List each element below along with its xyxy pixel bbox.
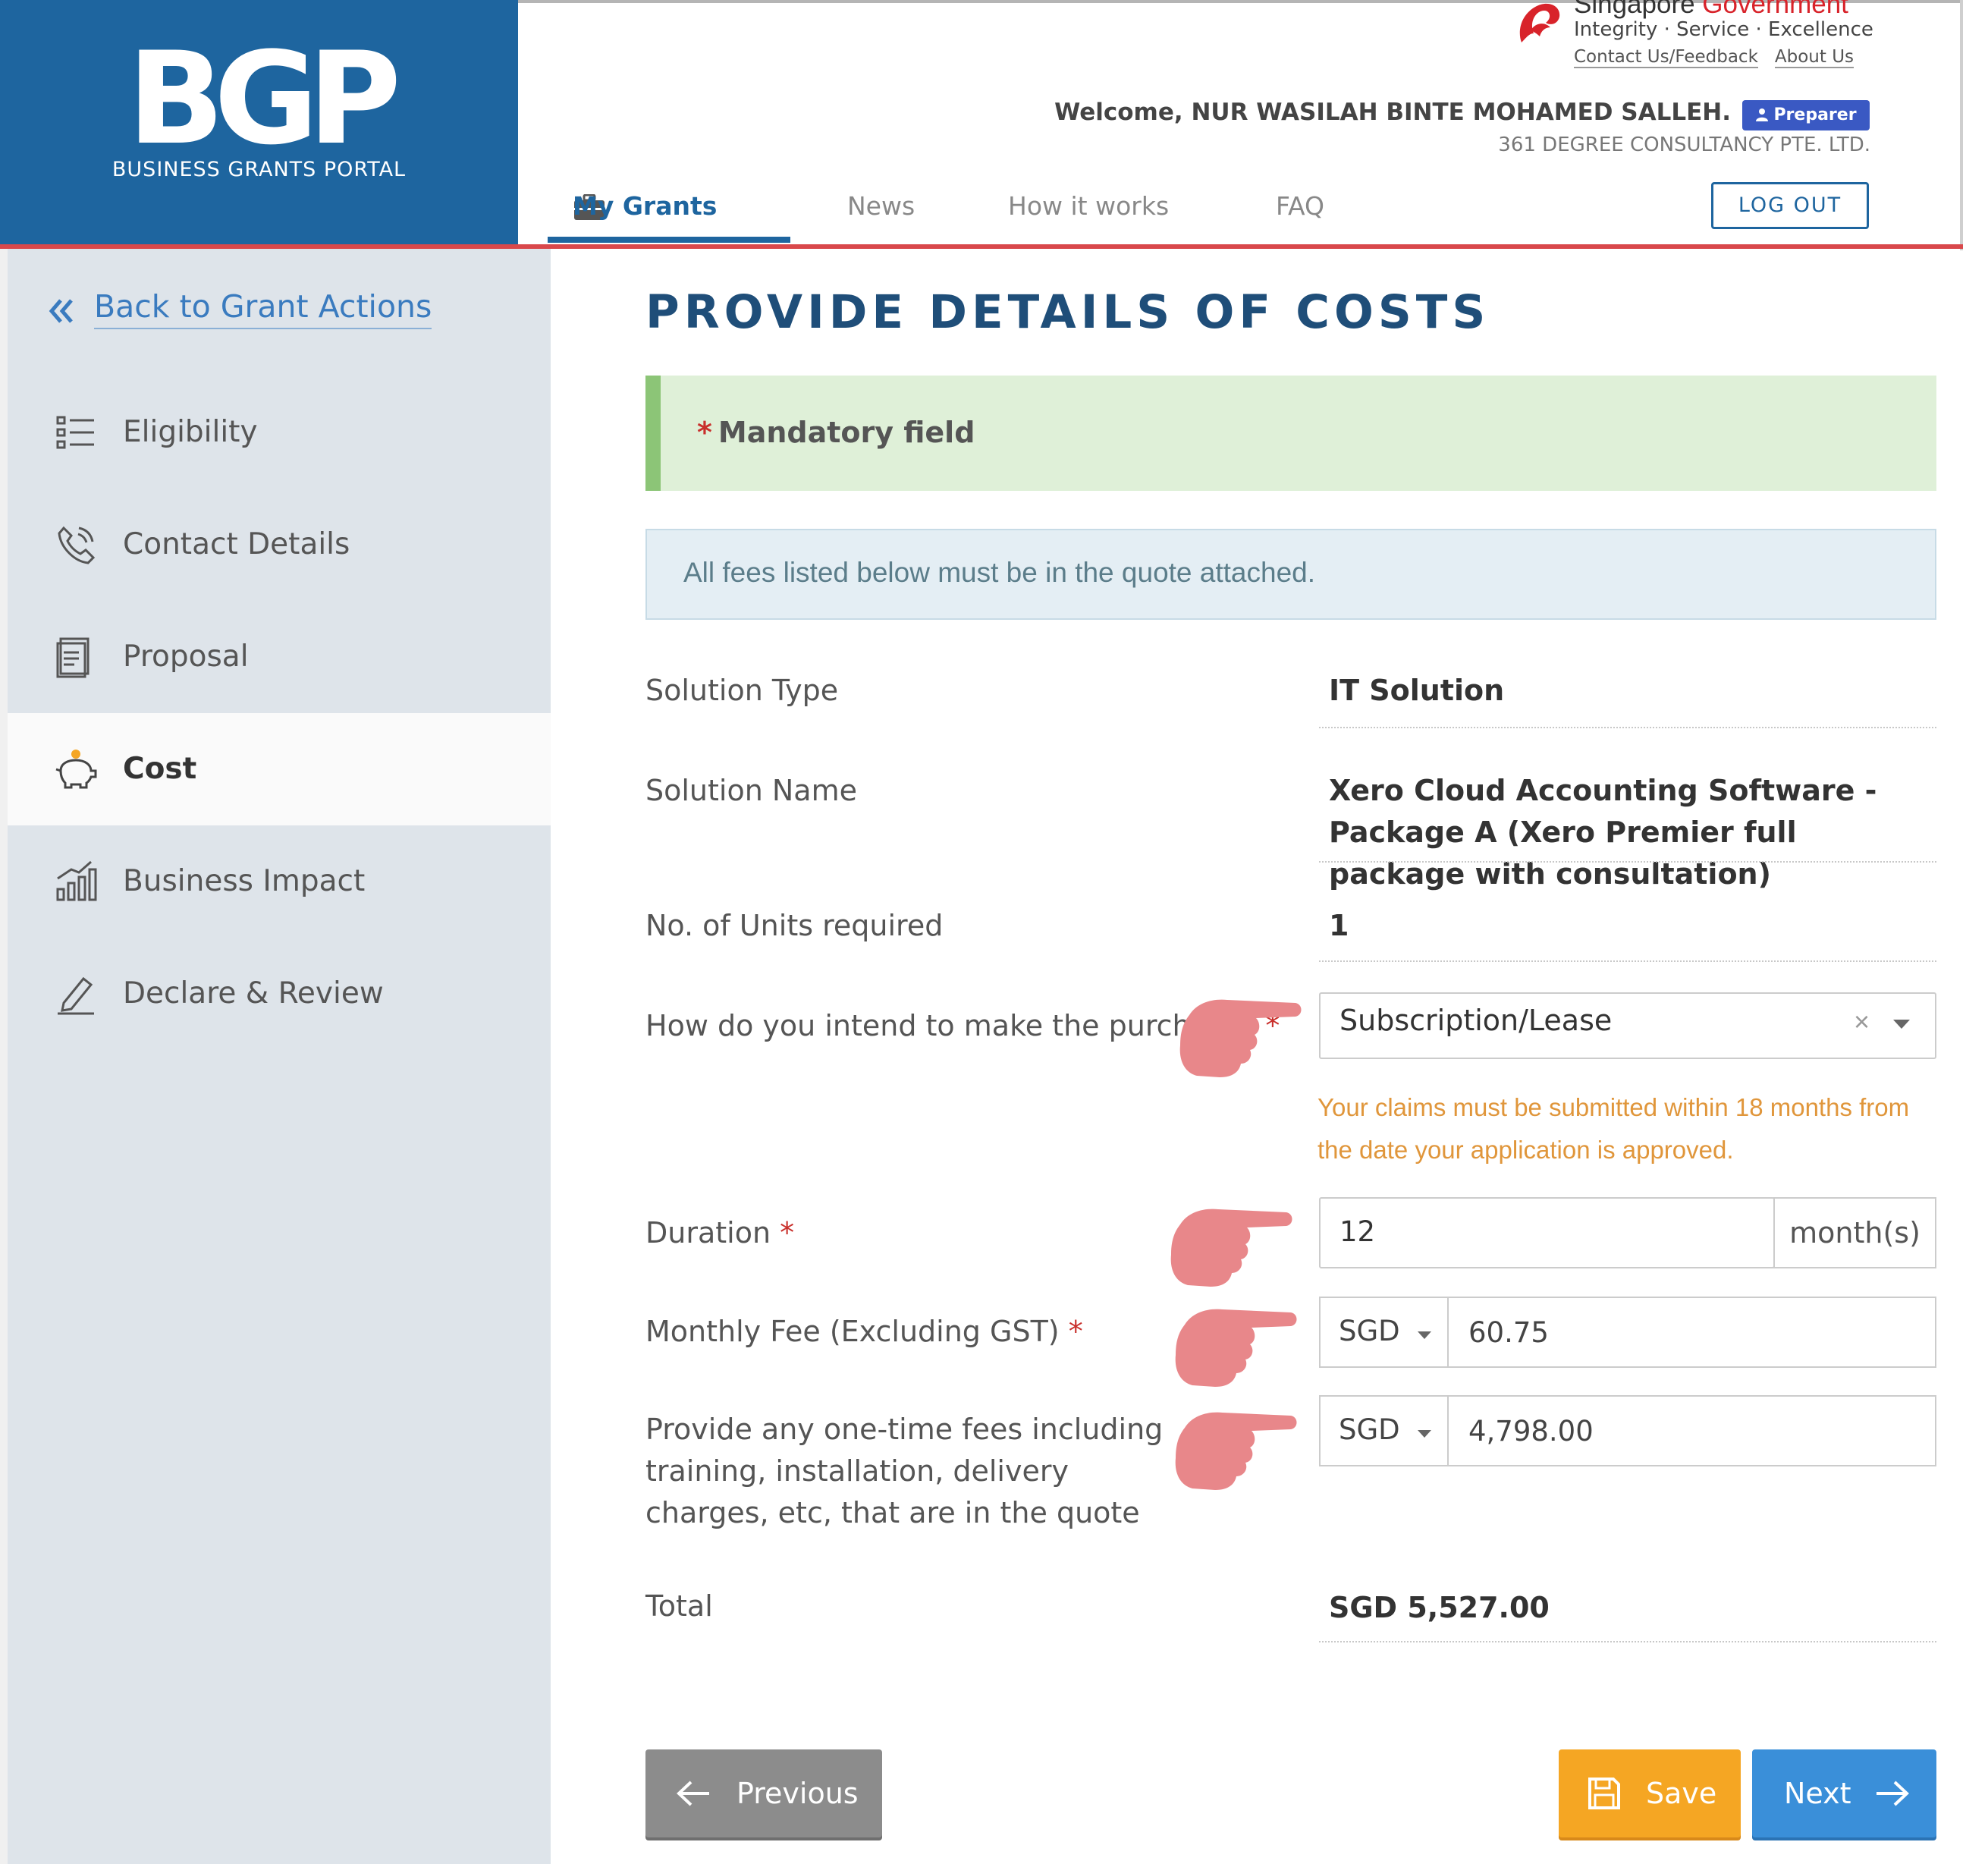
tab-faq[interactable]: FAQ	[1276, 191, 1324, 221]
claims-note: Your claims must be submitted within 18 …	[1317, 1093, 1910, 1164]
monthly-fee-input[interactable]: 60.75	[1447, 1297, 1936, 1368]
next-label: Next	[1784, 1777, 1851, 1810]
gov-tagline: Integrity · Service · Excellence	[1574, 18, 1873, 41]
monthly-fee-value: 60.75	[1468, 1316, 1549, 1349]
arrow-left-icon	[677, 1781, 709, 1806]
one-time-currency-select[interactable]: SGD	[1319, 1395, 1449, 1466]
units-label: No. of Units required	[645, 909, 944, 942]
tab-how-it-works[interactable]: How it works	[1008, 191, 1169, 221]
solution-name-label: Solution Name	[645, 774, 857, 807]
units-value: 1	[1329, 909, 1349, 942]
mandatory-text: * Mandatory field	[697, 416, 975, 449]
gov-title: Singapore Government	[1574, 0, 1848, 19]
user-icon	[1756, 108, 1769, 121]
sidebar-edge	[0, 249, 8, 1864]
sidebar-item-business-impact[interactable]: Business Impact	[8, 825, 551, 938]
save-label: Save	[1646, 1777, 1717, 1810]
singapore-lion-icon	[1519, 3, 1560, 43]
list-icon	[56, 416, 94, 449]
divider	[1319, 861, 1936, 863]
divider	[1319, 960, 1936, 962]
tab-news[interactable]: News	[847, 191, 915, 221]
monthly-fee-label: Monthly Fee (Excluding GST) *	[645, 1315, 1083, 1348]
phone-icon	[58, 526, 96, 564]
sidebar-item-proposal[interactable]: Proposal	[8, 601, 551, 713]
solution-name-value: Xero Cloud Accounting Software - Package…	[1329, 774, 1877, 891]
total-label: Total	[645, 1589, 713, 1623]
pointing-hand-icon	[1175, 1412, 1297, 1490]
duration-unit: month(s)	[1773, 1197, 1936, 1268]
piggy-bank-icon	[55, 750, 97, 789]
divider	[1319, 727, 1936, 728]
page-title: PROVIDE DETAILS OF COSTS	[645, 285, 1490, 339]
one-time-fees-value: 4,798.00	[1468, 1415, 1594, 1448]
sidebar-item-label: Business Impact	[123, 864, 366, 898]
document-icon	[56, 637, 90, 678]
total-value: SGD 5,527.00	[1329, 1591, 1550, 1624]
sidebar-item-contact-details[interactable]: Contact Details	[8, 489, 551, 601]
duration-value: 12	[1339, 1215, 1376, 1248]
chevron-down-icon	[1418, 1331, 1431, 1339]
chevron-down-icon	[1418, 1430, 1431, 1438]
gov-links: Contact Us/Feedback About Us	[1574, 47, 1870, 68]
pointing-hand-icon	[1179, 999, 1302, 1077]
clear-icon[interactable]: ×	[1854, 1006, 1870, 1038]
contact-us-link[interactable]: Contact Us/Feedback	[1574, 47, 1758, 68]
tab-my-grants[interactable]: My Grants	[573, 191, 717, 221]
duration-input[interactable]	[1319, 1197, 1775, 1268]
sidebar-item-label: Declare & Review	[123, 976, 384, 1011]
previous-button[interactable]: Previous	[645, 1749, 882, 1837]
previous-label: Previous	[736, 1777, 859, 1810]
sidebar-item-cost[interactable]: Cost	[8, 713, 551, 825]
solution-type-value: IT Solution	[1329, 674, 1505, 707]
logo-subtitle: BUSINESS GRANTS PORTAL	[111, 158, 407, 181]
sidebar-item-label: Cost	[123, 752, 197, 786]
sidebar-item-declare-review[interactable]: Declare & Review	[8, 938, 551, 1050]
logout-button[interactable]: LOG OUT	[1711, 182, 1869, 229]
pointing-hand-icon	[1175, 1309, 1297, 1387]
solution-type-label: Solution Type	[645, 674, 839, 707]
duration-label: Duration *	[645, 1216, 795, 1249]
welcome-message: Welcome, NUR WASILAH BINTE MOHAMED SALLE…	[1054, 99, 1731, 126]
about-us-link[interactable]: About Us	[1774, 47, 1855, 68]
divider	[1319, 1641, 1936, 1642]
company-name: 361 DEGREE CONSULTANCY PTE. LTD.	[1498, 134, 1870, 156]
pointing-hand-icon	[1170, 1209, 1292, 1287]
role-badge: Preparer	[1742, 100, 1870, 130]
purchase-method-value: Subscription/Lease	[1339, 1004, 1613, 1037]
sidebar-item-label: Contact Details	[123, 527, 350, 561]
floppy-disk-icon	[1588, 1778, 1620, 1809]
chevron-down-icon[interactable]	[1893, 1020, 1910, 1029]
sidebar-item-label: Eligibility	[123, 415, 258, 449]
sidebar-item-label: Proposal	[123, 640, 249, 674]
currency-code: SGD	[1339, 1315, 1400, 1347]
next-button[interactable]: Next	[1752, 1749, 1936, 1837]
save-button[interactable]: Save	[1559, 1749, 1741, 1837]
arrow-right-icon	[1877, 1781, 1909, 1806]
active-tab-indicator	[548, 237, 790, 243]
one-time-fees-label: Provide any one-time fees including trai…	[645, 1413, 1164, 1529]
info-text: All fees listed below must be in the quo…	[683, 557, 1316, 588]
sidebar-item-eligibility[interactable]: Eligibility	[8, 376, 551, 489]
currency-code: SGD	[1339, 1413, 1400, 1446]
bar-chart-icon	[56, 860, 97, 901]
header-right-border	[1960, 0, 1963, 250]
bgp-logo[interactable]: BGP	[0, 30, 518, 167]
one-time-fees-input[interactable]: 4,798.00	[1447, 1395, 1936, 1466]
monthly-fee-currency-select[interactable]: SGD	[1319, 1297, 1449, 1368]
back-to-grant-actions-link[interactable]: Back to Grant Actions	[47, 288, 432, 329]
pen-icon	[58, 976, 94, 1015]
